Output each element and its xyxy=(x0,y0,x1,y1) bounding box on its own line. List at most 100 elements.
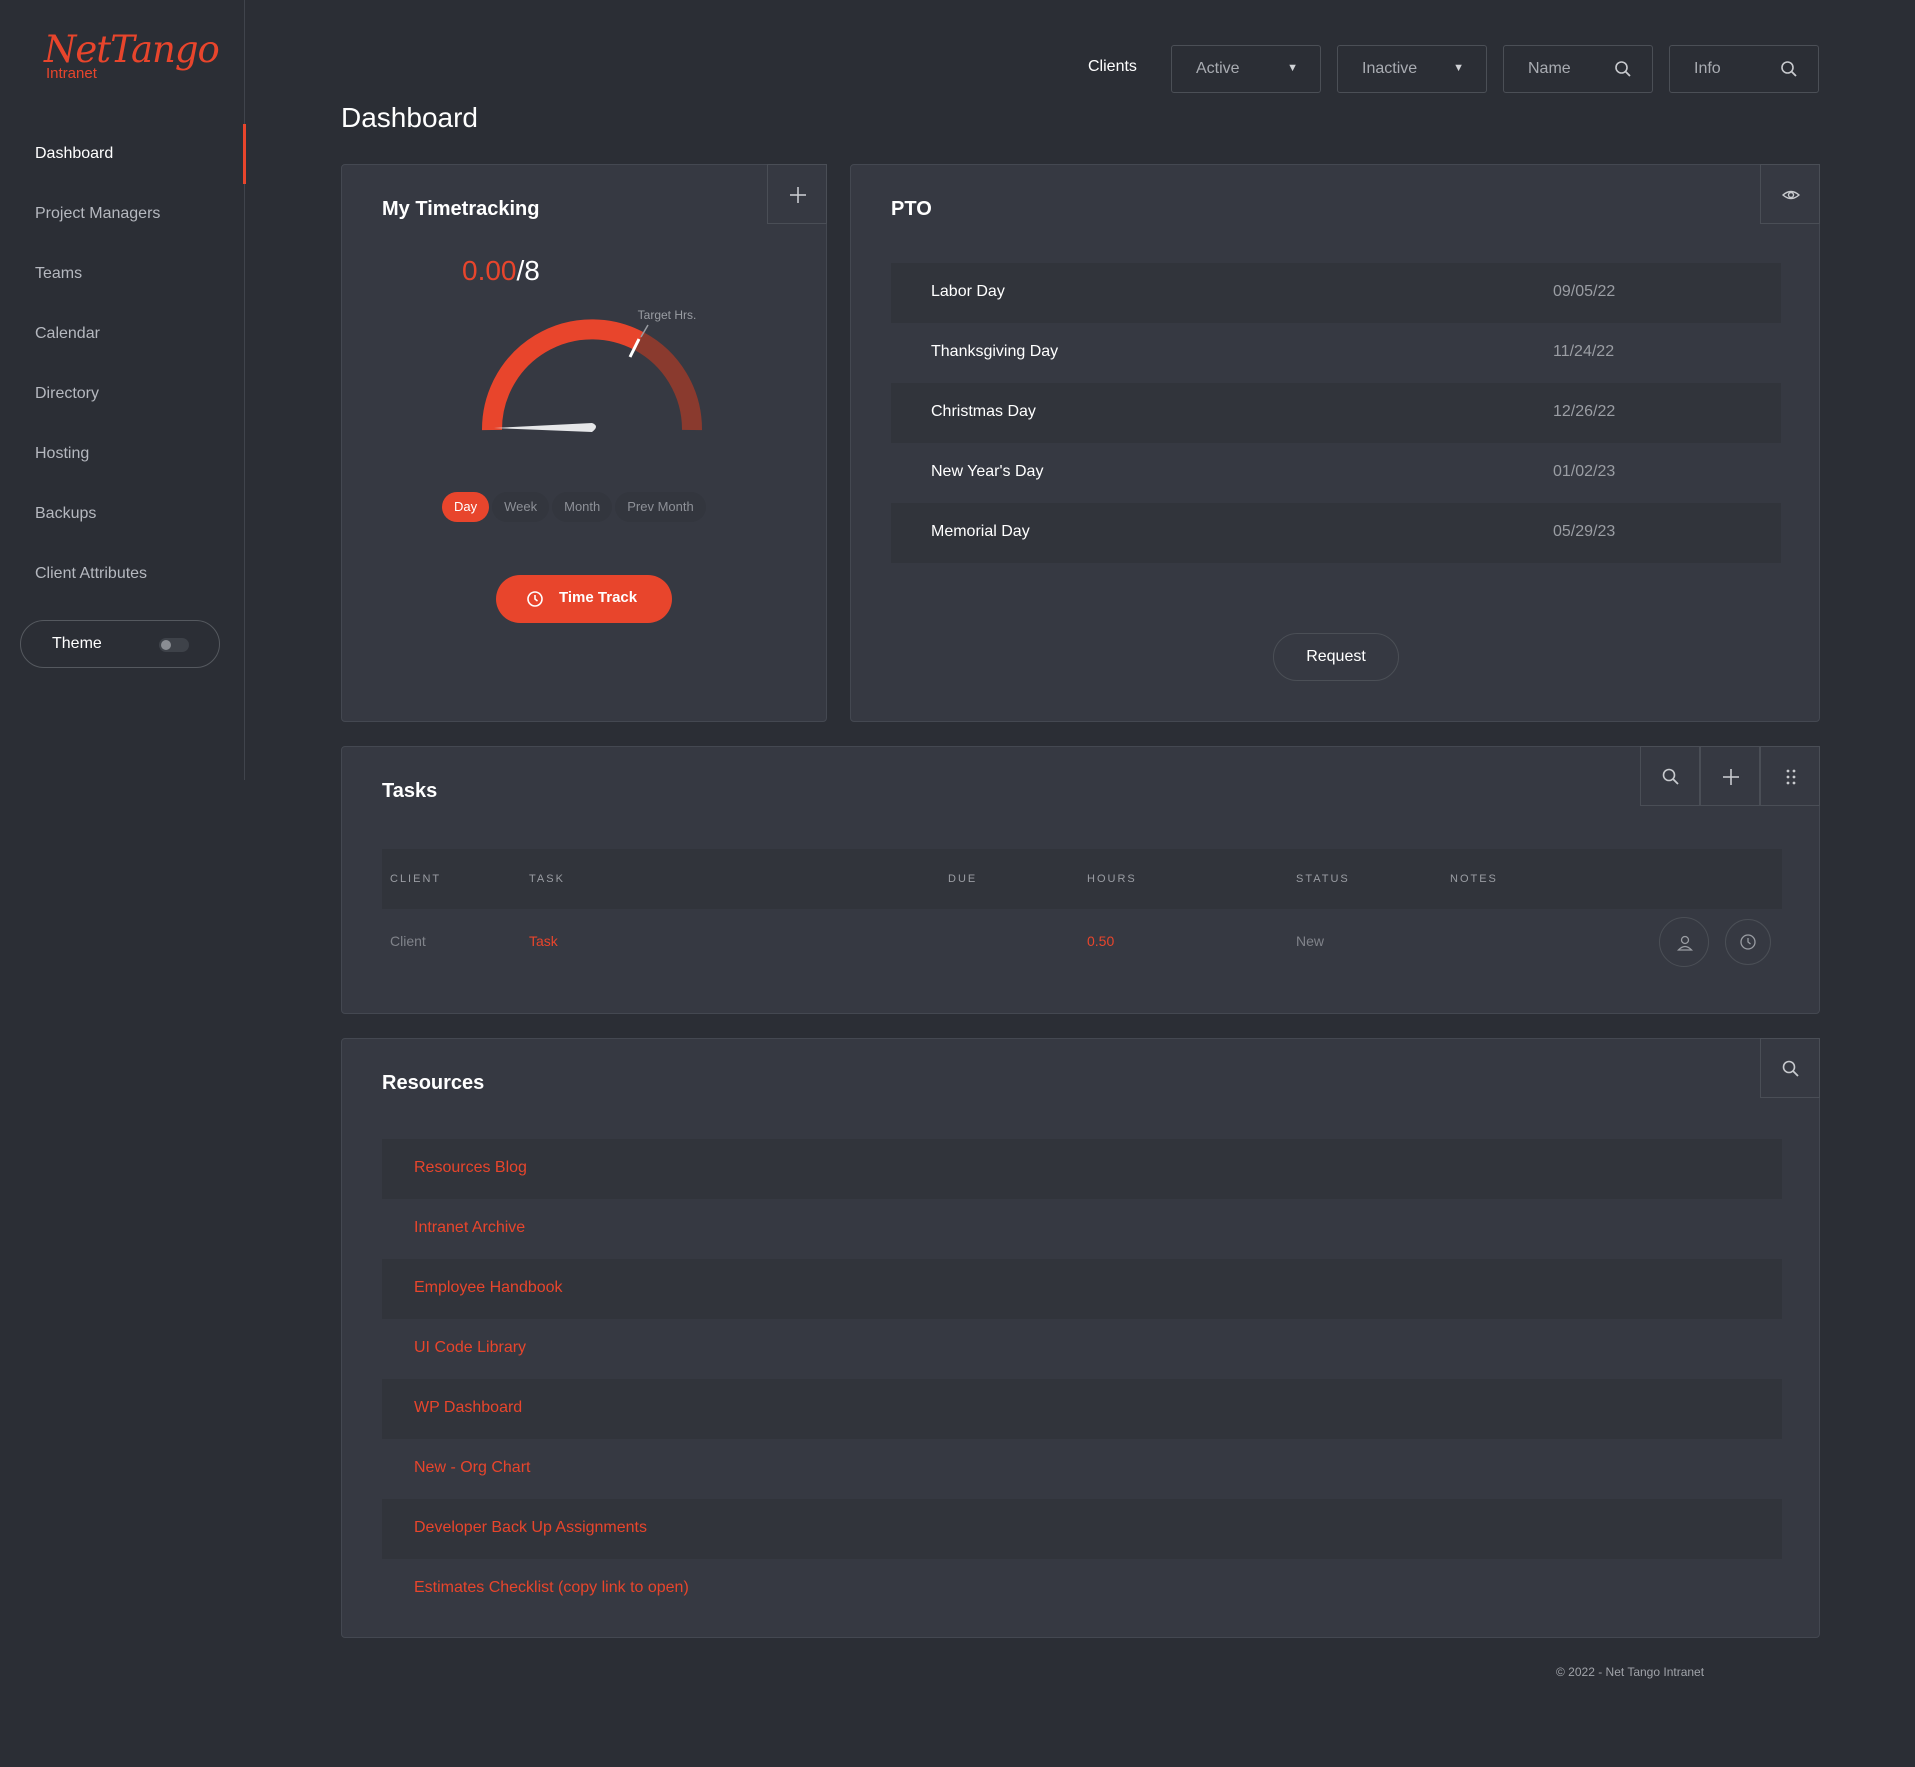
list-item: WP Dashboard xyxy=(382,1379,1782,1439)
theme-toggle[interactable]: Theme xyxy=(20,620,220,668)
column-header-due[interactable]: DUE xyxy=(948,873,977,885)
pto-holiday-date: 05/29/23 xyxy=(1553,523,1616,540)
hours-target: /8 xyxy=(516,255,540,286)
add-time-button[interactable] xyxy=(767,164,827,224)
tab-day[interactable]: Day xyxy=(442,492,490,522)
tasks-card: Tasks CLIENT TASK DUE HOURS STATUS NOTES… xyxy=(341,746,1820,1014)
gauge-arc-remaining xyxy=(634,332,703,431)
search-icon[interactable] xyxy=(1780,60,1798,78)
sidebar-item-directory[interactable]: Directory xyxy=(0,364,245,424)
timetracking-card: My Timetracking 0.00/8 Target Hrs. Day We… xyxy=(341,164,827,722)
tab-month[interactable]: Month xyxy=(552,492,613,522)
time-track-label: Time Track xyxy=(559,589,638,606)
brand-logo[interactable]: NetTango Intranet xyxy=(44,28,220,82)
sidebar-item-label: Client Attributes xyxy=(35,565,148,582)
tab-week[interactable]: Week xyxy=(492,492,550,522)
sidebar-item-hosting[interactable]: Hosting xyxy=(0,424,245,484)
page-title: Dashboard xyxy=(341,102,478,133)
list-item: Thanksgiving Day 11/24/22 xyxy=(891,323,1781,383)
track-task-time-button[interactable] xyxy=(1725,919,1771,965)
task-name-link[interactable]: Task xyxy=(529,933,558,949)
sidebar-item-dashboard[interactable]: Dashboard xyxy=(0,124,246,184)
column-header-client[interactable]: CLIENT xyxy=(390,873,441,885)
inactive-select-value: Inactive xyxy=(1362,60,1418,77)
pto-card: PTO Labor Day 09/05/22 Thanksgiving Day 11… xyxy=(850,164,1820,722)
assign-user-button[interactable] xyxy=(1659,917,1709,967)
pto-holiday-date: 01/02/23 xyxy=(1553,463,1616,480)
search-icon[interactable] xyxy=(1614,60,1632,78)
sidebar-item-label: Dashboard xyxy=(35,145,114,162)
resource-link[interactable]: WP Dashboard xyxy=(414,1399,522,1417)
list-item: Estimates Checklist (copy link to open) xyxy=(382,1559,1782,1619)
resource-link[interactable]: Estimates Checklist (copy link to open) xyxy=(414,1579,689,1597)
sidebar-item-label: Teams xyxy=(35,265,83,282)
list-item: Intranet Archive xyxy=(382,1199,1782,1259)
chevron-down-icon: ▼ xyxy=(1287,62,1298,74)
footer-copyright: © 2022 - Net Tango Intranet xyxy=(1556,1665,1705,1679)
column-header-status[interactable]: STATUS xyxy=(1296,873,1350,885)
list-item: Employee Handbook xyxy=(382,1259,1782,1319)
resources-list: Resources Blog Intranet Archive Employee… xyxy=(382,1139,1782,1619)
gauge-needle xyxy=(494,423,596,432)
sidebar-item-teams[interactable]: Teams xyxy=(0,244,245,304)
resource-link[interactable]: UI Code Library xyxy=(414,1339,526,1357)
logo-wordmark: NetTango xyxy=(44,28,220,71)
list-item: Memorial Day 05/29/23 xyxy=(891,503,1781,563)
resource-link[interactable]: Resources Blog xyxy=(414,1159,527,1177)
pto-holiday-date: 12/26/22 xyxy=(1553,403,1616,420)
chevron-down-icon: ▼ xyxy=(1453,62,1464,74)
sidebar-item-label: Hosting xyxy=(35,445,90,462)
table-row: Client Task 0.50 New xyxy=(382,909,1782,973)
pto-list: Labor Day 09/05/22 Thanksgiving Day 11/24/… xyxy=(891,263,1781,563)
timetracking-title: My Timetracking xyxy=(382,198,540,220)
search-resources-button[interactable] xyxy=(1760,1038,1820,1098)
plus-icon xyxy=(790,187,806,203)
pto-holiday-name: Christmas Day xyxy=(931,403,1036,420)
pto-holiday-date: 09/05/22 xyxy=(1553,283,1616,300)
column-header-hours[interactable]: HOURS xyxy=(1087,873,1137,885)
sidebar-item-backups[interactable]: Backups xyxy=(0,484,245,544)
pto-holiday-name: New Year's Day xyxy=(931,463,1044,480)
period-tabs: Day Week Month Prev Month xyxy=(442,492,709,524)
eye-icon xyxy=(1781,190,1801,200)
theme-switch[interactable] xyxy=(159,638,189,652)
pto-holiday-name: Memorial Day xyxy=(931,523,1030,540)
hours-current: 0.00 xyxy=(462,255,517,286)
info-search-input[interactable]: Info xyxy=(1669,45,1819,93)
drag-handle-button[interactable] xyxy=(1760,746,1820,806)
resource-link[interactable]: New - Org Chart xyxy=(414,1459,530,1477)
sidebar-nav: Dashboard Project Managers Teams Calenda… xyxy=(0,124,246,604)
clients-label: Clients xyxy=(1088,58,1137,75)
sidebar-item-project-managers[interactable]: Project Managers xyxy=(0,184,245,244)
add-task-button[interactable] xyxy=(1700,746,1760,806)
active-clients-select[interactable]: Active ▼ xyxy=(1171,45,1321,93)
tasks-table-header: CLIENT TASK DUE HOURS STATUS NOTES xyxy=(382,849,1782,909)
resource-link[interactable]: Intranet Archive xyxy=(414,1219,525,1237)
gauge-target-label: Target Hrs. xyxy=(638,308,697,322)
inactive-clients-select[interactable]: Inactive ▼ xyxy=(1337,45,1487,93)
gauge-arc-done xyxy=(481,319,644,431)
tab-prev-month[interactable]: Prev Month xyxy=(615,492,706,522)
view-pto-button[interactable] xyxy=(1760,164,1820,224)
task-status-cell: New xyxy=(1296,933,1325,949)
theme-switch-knob xyxy=(161,640,171,650)
name-search-input[interactable]: Name xyxy=(1503,45,1653,93)
search-tasks-button[interactable] xyxy=(1640,746,1700,806)
sidebar-item-label: Directory xyxy=(35,385,100,402)
resources-card: Resources Resources Blog Intranet Archiv… xyxy=(341,1038,1820,1638)
resource-link[interactable]: Employee Handbook xyxy=(414,1279,563,1297)
column-header-task[interactable]: TASK xyxy=(529,873,565,885)
time-track-button[interactable]: Time Track xyxy=(496,575,672,623)
clock-icon xyxy=(527,591,543,607)
resource-link[interactable]: Developer Back Up Assignments xyxy=(414,1519,647,1537)
timetracking-value: 0.00/8 xyxy=(462,255,540,287)
resources-title: Resources xyxy=(382,1072,485,1094)
request-pto-button[interactable]: Request xyxy=(1273,633,1399,681)
sidebar-item-calendar[interactable]: Calendar xyxy=(0,304,245,364)
pto-title: PTO xyxy=(891,198,932,220)
list-item: New - Org Chart xyxy=(382,1439,1782,1499)
tasks-title: Tasks xyxy=(382,780,438,802)
search-icon xyxy=(1662,768,1679,785)
sidebar-item-client-attributes[interactable]: Client Attributes xyxy=(0,544,245,604)
column-header-notes[interactable]: NOTES xyxy=(1450,873,1498,885)
